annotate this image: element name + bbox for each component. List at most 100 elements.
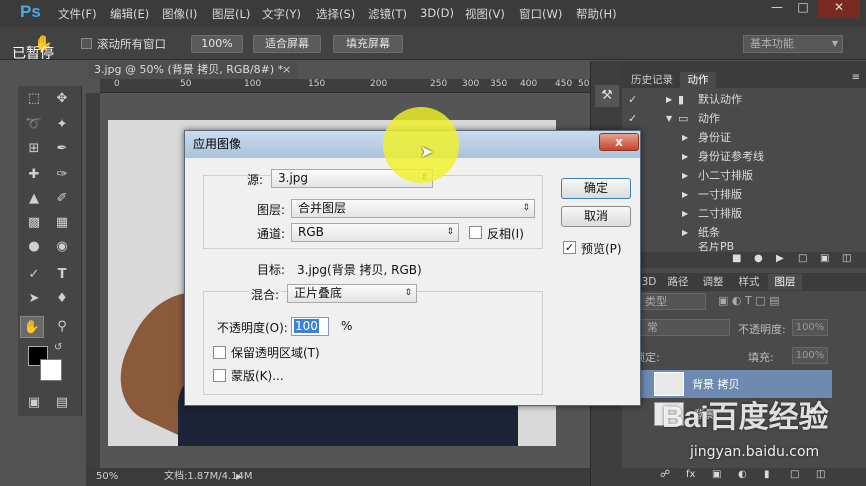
blending-dropdown[interactable]: 正片叠底 ⇕ [287,284,417,303]
layer-dropdown[interactable]: 合并图层 ⇕ [291,199,535,218]
expand-icon: ▶ [682,190,689,199]
opacity-field[interactable]: 100% [792,319,828,336]
eyedropper-tool-icon[interactable]: ✒ [50,138,74,160]
ruler-tick: 100 [244,79,262,89]
move-tool-icon[interactable]: ✥ [50,88,74,110]
preserve-transparency-checkbox[interactable] [213,346,226,359]
adjustment-icon[interactable]: ◐ [738,469,747,480]
link-layers-icon[interactable]: ☍ [660,469,670,480]
stamp-tool-icon[interactable]: ▲ [22,188,46,210]
new-action-icon[interactable]: ▣ [820,253,829,264]
gradient-tool-icon[interactable]: ▦ [50,212,74,234]
action-row[interactable]: 名片PB [622,242,866,252]
folder-icon: ▮ [678,93,685,106]
tab-history[interactable]: 历史记录 [626,72,678,88]
tab-styles[interactable]: 样式 [732,274,766,290]
preview-checkbox[interactable]: ✓ [563,241,576,254]
tab-adjustments[interactable]: 调整 [696,274,730,290]
action-row[interactable]: ✓▶一寸排版 [622,185,866,204]
record-icon[interactable]: ● [754,253,763,264]
type-tool-icon[interactable]: T [50,264,74,286]
menu-filter[interactable]: 滤镜(T) [368,6,407,22]
workspace-value: 基本功能 [750,37,794,50]
invert-checkbox[interactable] [469,226,482,239]
fill-field[interactable]: 100% [792,347,828,364]
tab-3d[interactable]: 3D [638,274,660,290]
layer-style-icon[interactable]: fx [686,469,695,480]
action-row[interactable]: ✓▶身份证参考线 [622,147,866,166]
action-row[interactable]: ✓▶小二寸排版 [622,166,866,185]
menu-file[interactable]: 文件(F) [58,6,97,22]
close-tab-icon[interactable]: × [282,61,291,79]
fill-screen-button[interactable]: 填充屏幕 [333,35,403,53]
zoom-tool-icon[interactable]: ⚲ [50,316,74,338]
mask-checkbox[interactable] [213,369,226,382]
menu-select[interactable]: 选择(S) [316,6,355,22]
new-layer-icon[interactable]: □ [790,469,799,480]
minimize-icon[interactable]: — [764,0,790,18]
menu-layer[interactable]: 图层(L) [212,6,250,22]
action-row[interactable]: ✓ ▼ ▭ 动作 [622,109,866,128]
quick-select-tool-icon[interactable]: ✦ [50,114,74,136]
ok-button[interactable]: 确定 [561,178,631,199]
background-color-swatch[interactable] [40,359,62,381]
panel-menu-icon[interactable]: ≡ [852,72,860,83]
trash-icon[interactable]: ◫ [842,253,851,264]
history-brush-icon[interactable]: ✐ [50,188,74,210]
lasso-tool-icon[interactable]: ➰ [22,114,46,136]
cancel-button[interactable]: 取消 [561,206,631,227]
tools-panel-toggle-icon[interactable]: ⚒ [595,85,619,107]
menu-type[interactable]: 文字(Y) [262,6,301,22]
delete-layer-icon[interactable]: ◫ [816,469,825,480]
mask-icon[interactable]: ▣ [712,469,721,480]
action-row[interactable]: ✓▶身份证 [622,128,866,147]
healing-tool-icon[interactable]: ✚ [22,164,46,186]
swap-colors-icon[interactable]: ↺ [54,342,62,353]
pen-tool-icon[interactable]: ✓ [22,264,46,286]
tools-panel: ⬚ ✥ ➰ ✦ ⊞ ✒ ✚ ✑ ▲ ✐ ▩ ▦ ● ◉ ✓ T ➤ ♦ ✋ ⚲ … [18,86,82,416]
action-row[interactable]: ✓ ▶ ▮ 默认动作 [622,90,866,109]
zoom-100-button[interactable]: 100% [191,35,243,53]
action-row[interactable]: ✓▶纸条 [622,223,866,242]
quick-mask-icon[interactable]: ▣ [22,392,46,414]
dialog-close-button[interactable]: x [599,133,639,151]
close-window-icon[interactable]: ✕ [818,0,860,18]
blur-tool-icon[interactable]: ● [22,236,46,258]
crop-tool-icon[interactable]: ⊞ [22,138,46,160]
action-row[interactable]: ✓▶二寸排版 [622,204,866,223]
new-set-icon[interactable]: □ [798,253,807,264]
stop-icon[interactable]: ■ [732,253,741,264]
workspace-dropdown[interactable]: 基本功能 ▼ [743,35,843,53]
document-tab[interactable]: 3.jpg @ 50% (背景 拷贝, RGB/8#) * × [88,61,298,79]
brush-tool-icon[interactable]: ✑ [50,164,74,186]
path-select-tool-icon[interactable]: ➤ [22,288,46,310]
layer-label: 图层: [257,203,286,217]
shape-tool-icon[interactable]: ♦ [50,288,74,310]
menu-window[interactable]: 窗口(W) [519,6,562,22]
tab-paths[interactable]: 路径 [662,274,694,290]
fit-screen-button[interactable]: 适合屏幕 [253,35,321,53]
opacity-input[interactable]: 100 [291,317,329,336]
status-arrow-icon[interactable]: ▶ [236,468,242,486]
group-icon[interactable]: ▮ [764,469,770,480]
menu-image[interactable]: 图像(I) [162,6,197,22]
hand-tool-icon[interactable]: ✋ [20,316,44,338]
menu-3d[interactable]: 3D(D) [420,6,454,20]
dodge-tool-icon[interactable]: ◉ [50,236,74,258]
watermark-url: jingyan.baidu.com [690,444,820,460]
tab-layers[interactable]: 图层 [768,274,802,290]
filter-icons[interactable]: ▣ ◐ T □ ▤ [718,294,779,307]
channel-dropdown[interactable]: RGB ⇕ [291,223,459,242]
screen-mode-icon[interactable]: ▤ [50,392,74,414]
eraser-tool-icon[interactable]: ▩ [22,212,46,234]
blend-mode-dropdown[interactable]: 常 [628,319,730,336]
tab-actions[interactable]: 动作 [680,72,716,88]
menu-help[interactable]: 帮助(H) [576,6,617,22]
scroll-all-checkbox[interactable] [81,38,92,49]
marquee-tool-icon[interactable]: ⬚ [22,88,46,110]
maximize-icon[interactable]: □ [790,0,816,18]
menu-edit[interactable]: 编辑(E) [110,6,149,22]
menu-view[interactable]: 视图(V) [465,6,505,22]
play-icon[interactable]: ▶ [776,253,784,264]
zoom-level[interactable]: 50% [96,468,118,486]
